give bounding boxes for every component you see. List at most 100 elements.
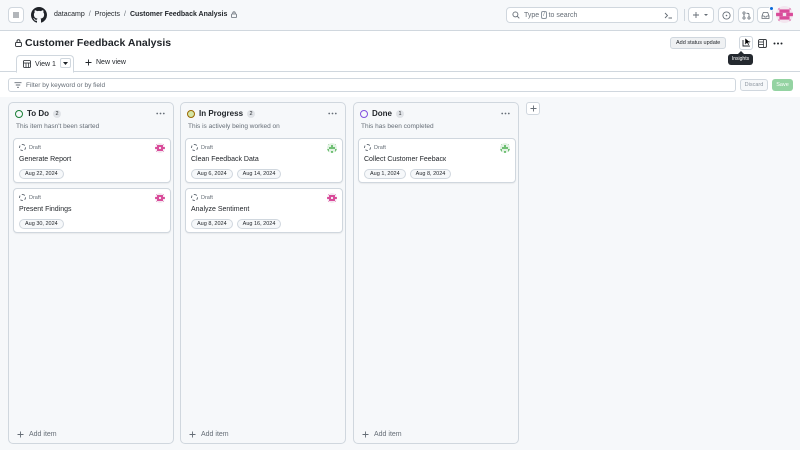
git-pull-request-icon: [741, 10, 751, 20]
column-menu-button[interactable]: [326, 109, 338, 117]
breadcrumb-projects[interactable]: Projects: [95, 11, 120, 18]
breadcrumb-current[interactable]: Customer Feedback Analysis: [130, 11, 227, 18]
discard-button[interactable]: Discard: [740, 79, 768, 91]
item-card[interactable]: Draft Clean Feedback Data Aug 6, 2024 Au…: [185, 138, 343, 183]
project-title-text[interactable]: Customer Feedback Analysis: [25, 37, 171, 49]
date-token[interactable]: Aug 6, 2024: [191, 169, 233, 179]
new-view-button[interactable]: New view: [85, 59, 126, 66]
date-token[interactable]: Aug 8, 2024: [191, 219, 233, 229]
card-dates: Aug 6, 2024 Aug 14, 2024: [191, 169, 282, 179]
identicon-avatar-icon: [327, 143, 337, 153]
date-token[interactable]: Aug 30, 2024: [19, 219, 64, 229]
item-card[interactable]: Draft Collect Customer Feebacк Aug 1, 20…: [358, 138, 516, 183]
pull-requests-button[interactable]: [738, 7, 754, 23]
date-token[interactable]: Aug 16, 2024: [236, 219, 282, 229]
project-more-options-button[interactable]: [770, 36, 786, 50]
draft-issue-icon: [364, 144, 371, 151]
column-done: Done 1 This has been completed Draft Col…: [353, 102, 519, 444]
plus-icon: [189, 431, 196, 438]
assignee-avatar[interactable]: [500, 143, 510, 153]
menu-button[interactable]: [8, 7, 24, 23]
notifications-button[interactable]: [757, 6, 774, 23]
column-menu-button[interactable]: [499, 109, 511, 117]
item-card[interactable]: Draft Present Findings Aug 30, 2024: [13, 188, 171, 233]
item-card[interactable]: Draft Generate Report Aug 22, 2024: [13, 138, 171, 183]
add-column-button[interactable]: [526, 102, 540, 115]
assignee-avatar[interactable]: [327, 143, 337, 153]
column-menu-button[interactable]: [154, 109, 166, 117]
card-title[interactable]: Present Findings: [19, 206, 72, 213]
column-title: In Progress: [199, 109, 244, 118]
top-header: datacamp / Projects / Customer Feedback …: [0, 0, 800, 31]
date-token[interactable]: Aug 8, 2024: [409, 169, 452, 179]
add-item-button[interactable]: Add item: [17, 431, 57, 438]
date-token[interactable]: Aug 22, 2024: [19, 169, 64, 179]
search-input[interactable]: Type / to search: [506, 7, 678, 23]
identicon-avatar-icon: [327, 193, 337, 203]
column-title: Done: [372, 109, 392, 118]
draft-issue-icon: [19, 144, 26, 151]
column-header: In Progress 2: [187, 109, 256, 118]
assignee-avatar[interactable]: [155, 143, 165, 153]
card-title[interactable]: Generate Report: [19, 156, 71, 163]
item-card[interactable]: Draft Analyze Sentiment Aug 8, 2024 Aug …: [185, 188, 343, 233]
add-item-button[interactable]: Add item: [362, 431, 402, 438]
add-item-button[interactable]: Add item: [189, 431, 229, 438]
create-new-button[interactable]: [688, 7, 714, 23]
breadcrumb-org[interactable]: datacamp: [54, 11, 85, 18]
save-button[interactable]: Save: [772, 79, 793, 91]
assignee-avatar[interactable]: [155, 193, 165, 203]
notification-dot: [769, 6, 774, 11]
draft-issue-icon: [19, 194, 26, 201]
identicon-avatar-icon: [155, 143, 165, 153]
filter-icon: [14, 82, 22, 88]
column-description: This item hasn't been started: [16, 123, 100, 130]
add-status-update-button[interactable]: Add status update: [670, 37, 727, 49]
card-title[interactable]: Clean Feedback Data: [191, 156, 259, 163]
new-view-label: New view: [96, 59, 126, 66]
terminal-icon: [664, 12, 672, 18]
date-token[interactable]: Aug 1, 2024: [364, 169, 406, 179]
card-dates: Aug 1, 2024 Aug 8, 2024: [364, 169, 452, 179]
card-dates: Aug 30, 2024: [19, 219, 64, 229]
mouse-cursor: [744, 37, 752, 47]
card-status: Draft: [29, 144, 41, 151]
user-avatar[interactable]: [776, 6, 793, 23]
add-item-label: Add item: [374, 431, 402, 438]
kebab-horizontal-icon: [773, 42, 783, 44]
layout-panel-button[interactable]: [755, 36, 769, 50]
column-title: To Do: [27, 109, 50, 118]
date-token[interactable]: Aug 14, 2024: [236, 169, 282, 179]
plus-dropdown-icon: [693, 12, 708, 18]
card-title[interactable]: Collect Customer Feebacк: [364, 156, 446, 163]
identicon-avatar-icon: [500, 143, 510, 153]
filter-input[interactable]: Filter by keyword or by field: [8, 78, 736, 92]
breadcrumb: datacamp / Projects / Customer Feedback …: [54, 11, 238, 18]
github-logo-icon[interactable]: [31, 7, 47, 23]
lock-icon: [15, 39, 22, 47]
issues-button[interactable]: [718, 7, 734, 23]
kebab-horizontal-icon: [500, 112, 510, 114]
column-todo: To Do 2 This item hasn't been started Dr…: [8, 102, 174, 444]
card-title[interactable]: Analyze Sentiment: [191, 206, 249, 213]
project-board: To Do 2 This item hasn't been started Dr…: [0, 97, 800, 450]
draft-issue-icon: [191, 144, 198, 151]
card-status: Draft: [374, 144, 386, 151]
view-options-dropdown[interactable]: [60, 58, 71, 68]
search-icon: [512, 11, 520, 19]
in-progress-status-icon: [187, 109, 195, 118]
column-in-progress: In Progress 2 This is actively being wor…: [180, 102, 346, 444]
identicon-avatar-icon: [155, 193, 165, 203]
kebab-horizontal-icon: [327, 112, 337, 114]
card-status: Draft: [29, 194, 41, 201]
issue-opened-icon: [721, 10, 731, 20]
card-dates: Aug 8, 2024 Aug 16, 2024: [191, 219, 282, 229]
board-view-icon: [23, 60, 31, 68]
inbox-icon: [761, 11, 769, 19]
assignee-avatar[interactable]: [327, 193, 337, 203]
add-item-label: Add item: [201, 431, 229, 438]
identicon-avatar-icon: [776, 6, 793, 23]
command-palette-button[interactable]: [661, 9, 675, 21]
plus-icon: [362, 431, 369, 438]
lock-icon: [231, 11, 238, 18]
